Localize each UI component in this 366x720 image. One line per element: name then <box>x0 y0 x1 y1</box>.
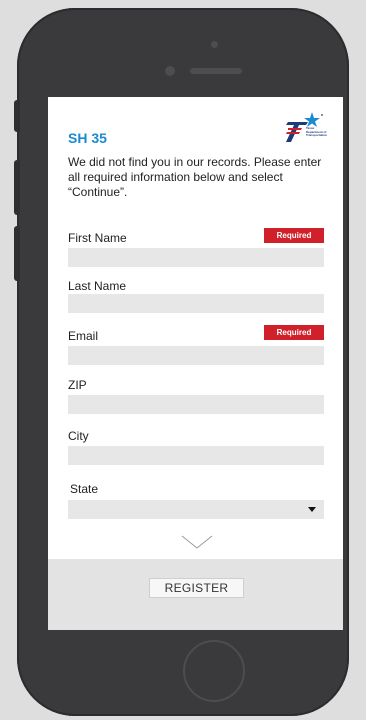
first-name-input[interactable] <box>68 248 324 267</box>
front-camera <box>165 66 175 76</box>
mute-switch <box>14 100 20 132</box>
page-title: SH 35 <box>68 130 107 146</box>
city-input[interactable] <box>68 446 324 465</box>
footer-bar: REGISTER <box>48 559 343 630</box>
intro-message: We did not find you in our records. Plea… <box>68 155 322 199</box>
last-name-input[interactable] <box>68 294 324 313</box>
app-screen: SH 35 Texas Department of Transportation… <box>48 97 343 630</box>
email-label: Email <box>68 329 99 343</box>
city-label: City <box>68 429 89 443</box>
zip-input[interactable] <box>68 395 324 414</box>
email-input[interactable] <box>68 346 324 365</box>
register-button[interactable]: REGISTER <box>149 578 244 598</box>
earpiece-speaker <box>190 68 242 74</box>
logo-text: Texas Department of Transportation <box>306 126 328 137</box>
volume-up-button <box>14 160 20 215</box>
email-required-badge: Required <box>264 325 324 340</box>
chevron-down-icon[interactable] <box>181 535 213 549</box>
home-button[interactable] <box>183 640 245 702</box>
first-name-label: First Name <box>68 231 127 245</box>
state-select[interactable] <box>68 500 324 519</box>
zip-label: ZIP <box>68 378 87 392</box>
state-label: State <box>70 482 99 496</box>
app-header: SH 35 Texas Department of Transportation <box>48 97 343 153</box>
proximity-sensor <box>211 41 218 48</box>
last-name-label: Last Name <box>68 279 127 293</box>
caret-down-icon <box>308 507 316 512</box>
first-name-required-badge: Required <box>264 228 324 243</box>
volume-down-button <box>14 226 20 281</box>
